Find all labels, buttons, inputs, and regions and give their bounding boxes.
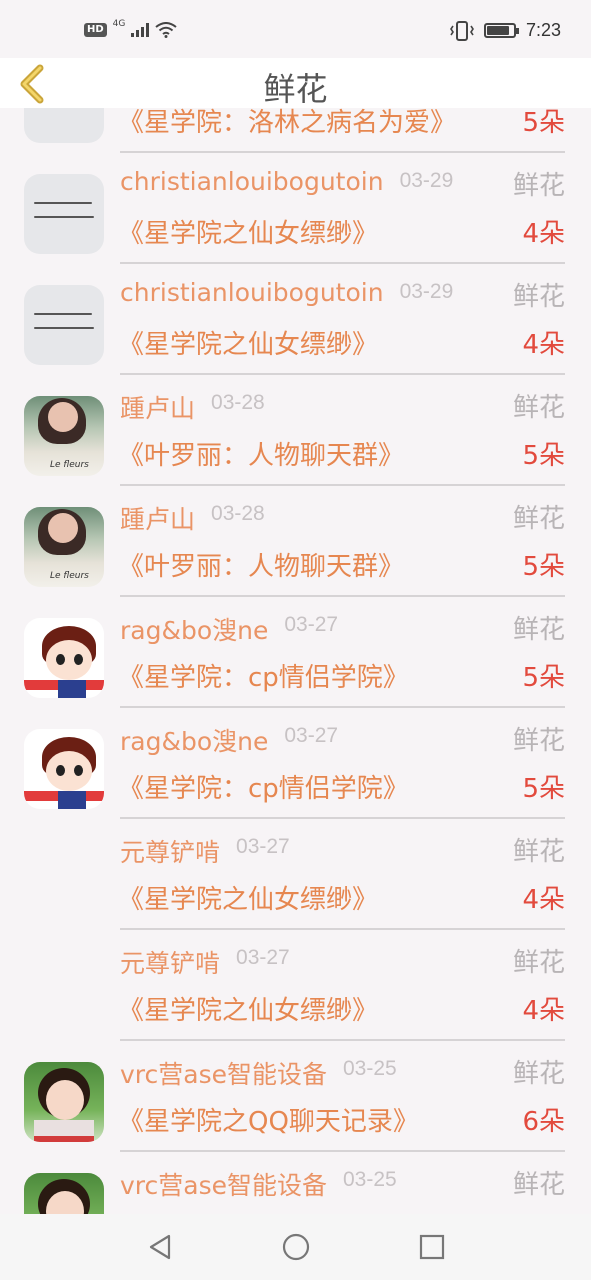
book-title[interactable]: 《叶罗丽：人物聊天群》 <box>118 435 404 472</box>
network-type: 4G <box>112 19 126 29</box>
avatar[interactable]: Le fleurs <box>24 507 104 587</box>
book-title[interactable]: 《星学院之仙女缥缈》 <box>118 879 378 916</box>
sender-name[interactable]: christianlouibogutoin <box>120 278 384 307</box>
avatar[interactable] <box>24 1173 104 1214</box>
gift-date: 03-25 <box>343 1168 397 1191</box>
circle-home-icon <box>282 1233 309 1261</box>
book-title[interactable]: 《星学院之仙女缥缈》 <box>118 324 378 361</box>
list-item[interactable]: vrc营ase智能设备 03-25 鲜花《星学院之QQ聊天记录》 6朵 <box>0 1041 591 1152</box>
sender-name[interactable]: rag&bo溲ne <box>120 611 268 647</box>
sender-name[interactable]: 踵卢山 <box>120 500 195 536</box>
flower-count: 4朵 <box>522 996 565 1026</box>
gift-type: 鲜花 <box>512 393 565 423</box>
book-title[interactable]: 《叶罗丽：人物聊天群》 <box>118 546 404 583</box>
list-item[interactable]: 元尊铲啃 03-27 鲜花《星学院之仙女缥缈》 4朵 <box>0 819 591 930</box>
list-item[interactable]: 元尊铲啃 03-27 鲜花《星学院之仙女缥缈》 4朵 <box>0 930 591 1041</box>
list-item[interactable]: 《星学院：洛林之病名为爱》 5朵 <box>0 108 591 153</box>
status-bar: HD 4G 7:23 <box>0 0 591 58</box>
flower-count: 4朵 <box>522 219 565 249</box>
battery-icon <box>483 23 519 38</box>
gift-type: 鲜花 <box>512 282 565 312</box>
battery-level <box>486 26 510 35</box>
list-item[interactable]: Le fleurs 踵卢山 03-28 鲜花《叶罗丽：人物聊天群》 5朵 <box>0 375 591 486</box>
status-left: HD 4G <box>84 19 177 38</box>
sender-name[interactable]: 元尊铲啃 <box>120 944 220 980</box>
gift-date: 03-29 <box>399 280 454 303</box>
flower-count: 5朵 <box>522 441 565 471</box>
book-title[interactable]: 《星学院之仙女缥缈》 <box>118 990 378 1027</box>
signal-icon <box>131 23 150 37</box>
gift-type: 鲜花 <box>512 837 565 867</box>
nav-back-button[interactable] <box>140 1227 180 1267</box>
list-item[interactable]: rag&bo溲ne 03-27 鲜花《星学院：cp情侣学院》 5朵 <box>0 597 591 708</box>
book-title[interactable]: 《星学院：洛林之病名为爱》 <box>118 108 456 139</box>
gift-type: 鲜花 <box>512 504 565 534</box>
list-item[interactable]: vrc营ase智能设备 03-25 鲜花 <box>0 1152 591 1214</box>
sender-name[interactable]: rag&bo溲ne <box>120 722 268 758</box>
flower-count: 5朵 <box>522 108 565 138</box>
list-item[interactable]: christianlouibogutoin 03-29 鲜花《星学院之仙女缥缈》 4朵 <box>0 264 591 375</box>
list-item[interactable]: christianlouibogutoin 03-29 鲜花《星学院之仙女缥缈》 4朵 <box>0 153 591 264</box>
hd-badge: HD <box>84 23 107 37</box>
page-title: 鲜花 <box>263 70 328 108</box>
gift-type: 鲜花 <box>512 615 565 645</box>
flower-count: 4朵 <box>522 330 565 360</box>
avatar[interactable] <box>24 840 104 920</box>
avatar[interactable] <box>24 618 104 698</box>
flower-count: 5朵 <box>522 774 565 804</box>
flower-record-list-inner: 《星学院：洛林之病名为爱》 5朵 christianlouibogutoin 03-2… <box>0 108 591 1214</box>
wifi-icon <box>155 22 177 38</box>
gift-type: 鲜花 <box>512 1059 565 1089</box>
sender-name[interactable]: 踵卢山 <box>120 389 195 425</box>
gift-date: 03-28 <box>211 391 265 414</box>
gift-date: 03-28 <box>211 502 265 525</box>
flower-record-list[interactable]: 《星学院：洛林之病名为爱》 5朵 christianlouibogutoin 03-2… <box>0 108 591 1214</box>
avatar[interactable] <box>24 951 104 1031</box>
flower-count: 5朵 <box>522 663 565 693</box>
gift-type: 鲜花 <box>512 948 565 978</box>
status-right: 7:23 <box>449 20 561 41</box>
gift-date: 03-27 <box>284 613 339 636</box>
sender-name[interactable]: vrc营ase智能设备 <box>120 1166 327 1202</box>
avatar[interactable] <box>24 285 104 365</box>
clock: 7:23 <box>525 20 561 40</box>
nav-home-button[interactable] <box>276 1227 316 1267</box>
list-item[interactable]: Le fleurs 踵卢山 03-28 鲜花《叶罗丽：人物聊天群》 5朵 <box>0 486 591 597</box>
system-nav-bar <box>0 1214 591 1280</box>
flower-count: 6朵 <box>522 1107 565 1137</box>
list-item[interactable]: rag&bo溲ne 03-27 鲜花《星学院：cp情侣学院》 5朵 <box>0 708 591 819</box>
sender-name[interactable]: christianlouibogutoin <box>120 167 384 196</box>
gift-date: 03-27 <box>236 835 290 858</box>
vibrate-icon <box>449 20 474 41</box>
book-title[interactable]: 《星学院之QQ聊天记录》 <box>118 1101 419 1138</box>
triangle-back-icon <box>149 1234 170 1260</box>
square-recent-icon <box>419 1234 444 1260</box>
gift-type: 鲜花 <box>512 726 565 756</box>
gift-date: 03-29 <box>399 169 454 192</box>
avatar[interactable] <box>24 1062 104 1142</box>
app-header: 鲜花 <box>0 58 591 108</box>
gift-date: 03-27 <box>236 946 290 969</box>
gift-type: 鲜花 <box>512 171 565 201</box>
flower-count: 5朵 <box>522 552 565 582</box>
sender-name[interactable]: vrc营ase智能设备 <box>120 1055 327 1091</box>
nav-recent-button[interactable] <box>412 1227 452 1267</box>
avatar[interactable]: Le fleurs <box>24 396 104 476</box>
sender-name[interactable]: 元尊铲啃 <box>120 833 220 869</box>
gift-date: 03-25 <box>343 1057 397 1080</box>
avatar[interactable] <box>24 174 104 254</box>
gift-type: 鲜花 <box>512 1170 565 1200</box>
avatar[interactable] <box>24 729 104 809</box>
flower-count: 4朵 <box>522 885 565 915</box>
book-title[interactable]: 《星学院之仙女缥缈》 <box>118 213 378 250</box>
book-title[interactable]: 《星学院：cp情侣学院》 <box>118 768 409 805</box>
gift-date: 03-27 <box>284 724 339 747</box>
avatar[interactable] <box>24 108 104 143</box>
book-title[interactable]: 《星学院：cp情侣学院》 <box>118 657 409 694</box>
